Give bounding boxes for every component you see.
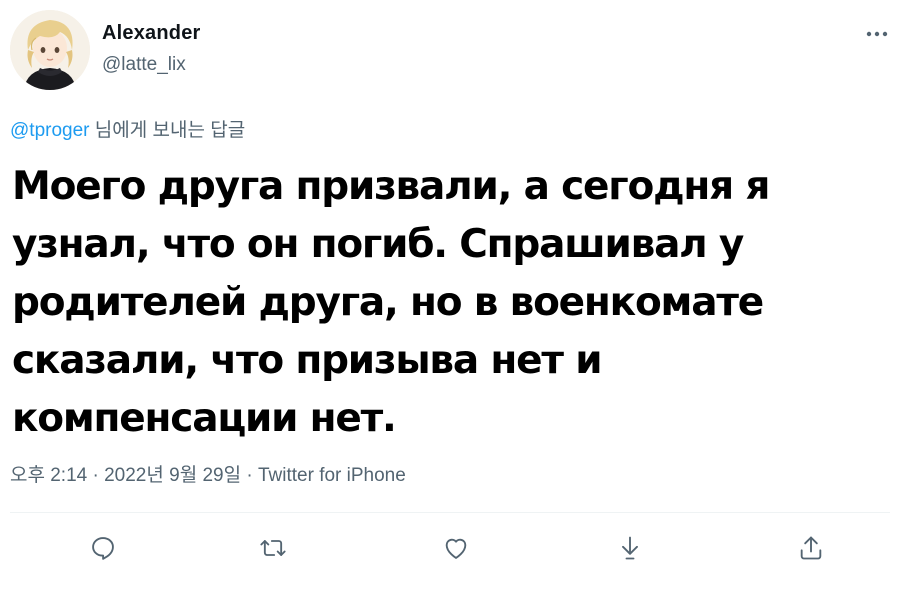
tweet-actions [0, 530, 900, 570]
tweet-date[interactable]: 2022년 9월 29일 [104, 465, 241, 486]
reply-icon [92, 537, 114, 560]
meta-separator: · [87, 465, 105, 486]
tweet-meta: 오후 2:14 · 2022년 9월 29일 · Twitter for iPh… [10, 460, 406, 487]
tweet-source[interactable]: Twitter for iPhone [258, 465, 406, 486]
author-handle[interactable]: @latte_lix [102, 54, 186, 76]
tweet-text-line: Моего друга призвали, а сегодня я [12, 164, 770, 209]
reply-context: @tproger 님에게 보내는 답글 [10, 115, 245, 142]
reply-mention-link[interactable]: @tproger [10, 120, 90, 141]
tweet-text-line: сказали, что призыва нет и [12, 338, 603, 383]
like-icon [445, 538, 467, 559]
tweet-text-line: компенсации нет. [12, 396, 397, 441]
meta-separator: · [241, 465, 258, 486]
like-button[interactable] [438, 530, 474, 566]
bookmark-button[interactable] [612, 530, 648, 566]
author-name[interactable]: Alexander [102, 22, 201, 45]
tweet-text-line: родителей друга, но в военкомате [12, 280, 764, 325]
tweet-text-line: узнал, что он погиб. Спрашивал у [12, 222, 744, 267]
avatar-image [10, 10, 90, 90]
more-options-button[interactable] [864, 24, 890, 44]
retweet-icon [260, 540, 286, 556]
avatar[interactable] [10, 10, 90, 90]
share-button[interactable] [793, 530, 829, 566]
bookmark-icon [622, 536, 638, 560]
tweet-time[interactable]: 오후 2:14 [10, 465, 87, 486]
reply-button[interactable] [85, 530, 121, 566]
more-icon [866, 31, 888, 37]
share-icon [800, 536, 822, 560]
tweet-header: Alexander @latte_lix [10, 10, 890, 90]
retweet-button[interactable] [255, 530, 291, 566]
tweet-text: Моего друга призвали, а сегодня я узнал,… [12, 158, 812, 448]
reply-context-label: 님에게 보내는 답글 [89, 120, 246, 141]
divider [10, 512, 890, 513]
